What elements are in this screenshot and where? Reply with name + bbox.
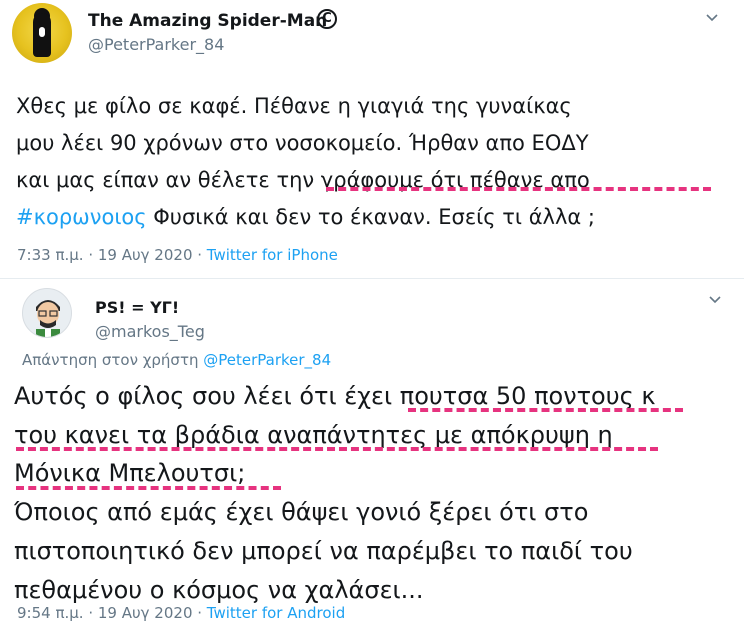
- tweet-line: Όποιος από εμάς έχει θάψει γονιό ξέρει ό…: [14, 498, 589, 527]
- tweet-line: πιστοποιητικό δεν μπορεί να παρέμβει το …: [14, 536, 633, 565]
- reply-context: Απάντηση στον χρήστη @PeterParker_84: [22, 351, 331, 369]
- tweet-line: Χθες με φίλο σε καφέ. Πέθανε η γιαγιά τη…: [16, 94, 572, 118]
- source-link[interactable]: Twitter for Android: [207, 604, 345, 622]
- display-name[interactable]: PS! = ΥΓ!: [95, 298, 179, 317]
- timestamp[interactable]: 7:33 π.μ. · 19 Αυγ 2020 ·: [17, 246, 207, 264]
- tweet-line: μου λέει 90 χρόνων στο νοσοκομείο. Ήρθαν…: [16, 131, 589, 155]
- underline-annotation: [16, 486, 281, 490]
- user-handle[interactable]: @PeterParker_84: [88, 35, 224, 54]
- reply-prefix: Απάντηση στον χρήστη: [22, 351, 204, 369]
- underline-annotation: [408, 408, 683, 412]
- tweet-line-rest: Φυσικά και δεν το έκαναν. Εσείς τι άλλα …: [146, 205, 596, 229]
- tweet-line: #κορωνοιος Φυσικά και δεν το έκαναν. Εσε…: [16, 199, 595, 236]
- reply-to-link[interactable]: @PeterParker_84: [203, 351, 331, 369]
- divider: [0, 278, 744, 279]
- timestamp[interactable]: 9:54 π.μ. · 19 Αυγ 2020 ·: [17, 604, 207, 622]
- avatar-spider-man[interactable]: [12, 3, 72, 63]
- underline-annotation: [326, 187, 711, 191]
- avatar-markos[interactable]: [22, 288, 72, 338]
- tweet-meta: 7:33 π.μ. · 19 Αυγ 2020 · Twitter for iP…: [17, 246, 338, 264]
- hashtag-link[interactable]: #κορωνοιος: [16, 205, 147, 229]
- chevron-down-icon[interactable]: [705, 10, 719, 24]
- user-handle[interactable]: @markos_Teg: [95, 322, 205, 341]
- tweet-line: και μας είπαν αν θέλετε την γράφουμε ότι…: [16, 168, 590, 192]
- source-link[interactable]: Twitter for iPhone: [207, 246, 338, 264]
- avatar-figure-icon: [36, 300, 60, 337]
- copyright-badge: C: [317, 9, 337, 29]
- chevron-down-icon[interactable]: [708, 292, 722, 306]
- underline-annotation: [16, 447, 658, 451]
- tweet-meta: 9:54 π.μ. · 19 Αυγ 2020 · Twitter for An…: [17, 604, 345, 622]
- display-name[interactable]: The Amazing Spider-Man: [88, 11, 327, 31]
